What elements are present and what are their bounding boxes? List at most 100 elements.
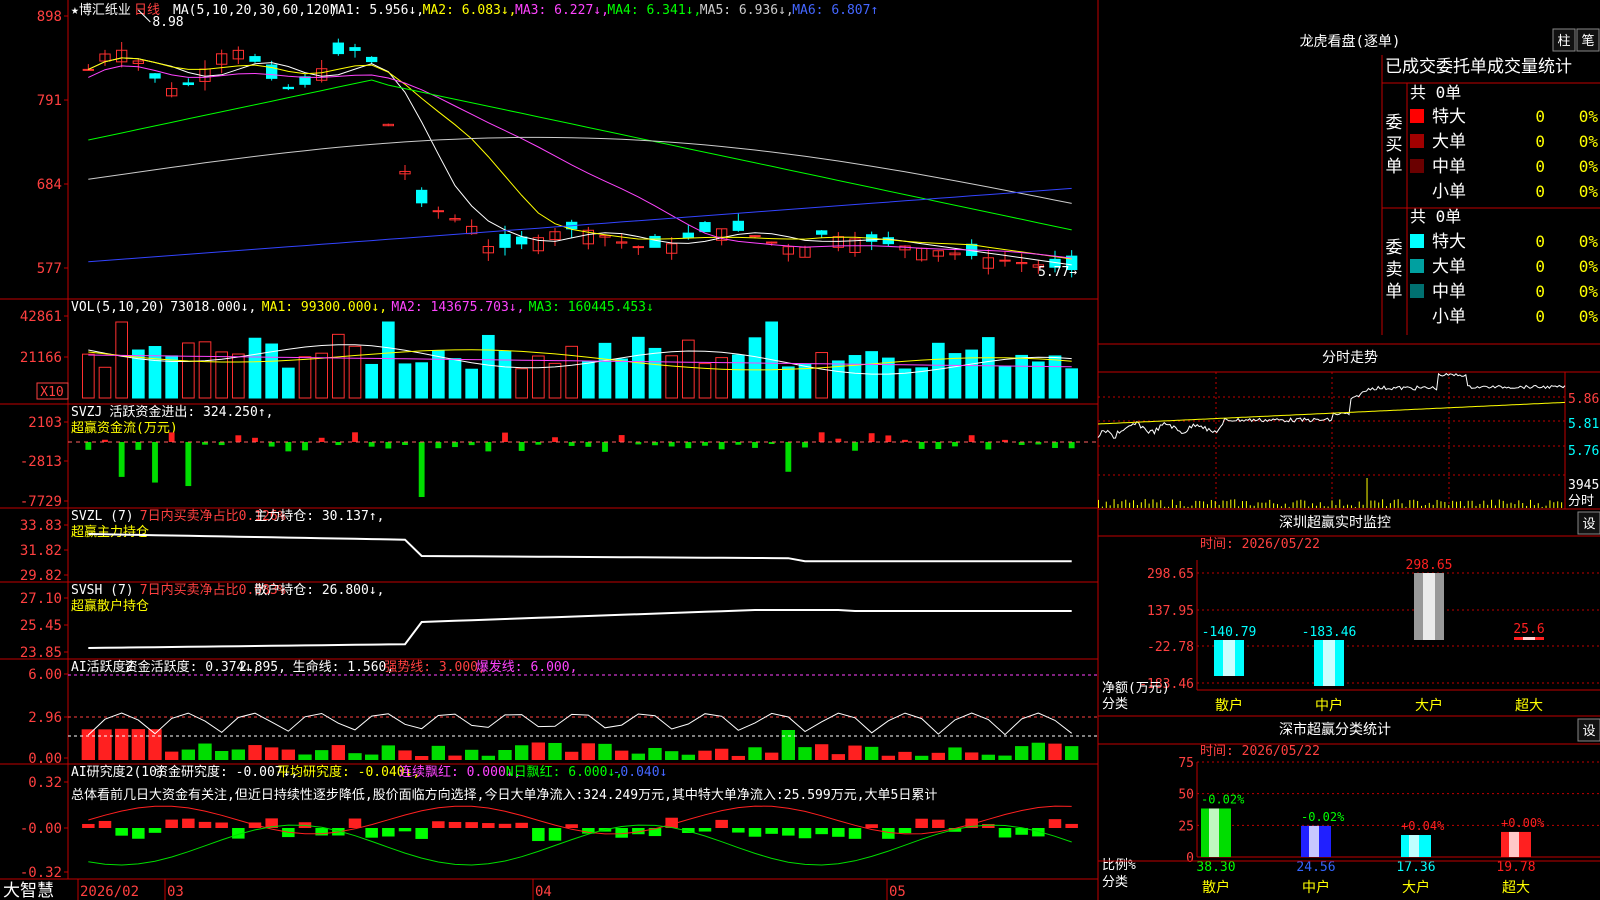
- ai-active-bar: [431, 745, 445, 760]
- intraday-vol-bar: [1253, 505, 1255, 508]
- intraday-vol-bar: [1265, 502, 1267, 508]
- svzj-bar: [302, 442, 308, 451]
- intraday-vol-bar: [1273, 503, 1275, 508]
- classify-change-label: -0.02%: [1301, 810, 1345, 824]
- buy-row-swatch: [1410, 184, 1424, 198]
- classify-value-label: 19.78: [1496, 860, 1535, 875]
- volume-bar: [382, 321, 395, 399]
- ai-research-y-tick: 0.32: [28, 775, 62, 791]
- intraday-vol-bar: [1284, 503, 1286, 508]
- volume-bar: [1032, 361, 1045, 399]
- candle-body: [182, 82, 195, 86]
- svzj-bar: [285, 442, 292, 452]
- svzl-subtitle: 超赢主力持仓: [71, 524, 149, 540]
- volume-bar: [865, 351, 878, 399]
- intraday-vol-bar: [1218, 504, 1220, 508]
- ai-active-legend-item: 强势线: 3.000,: [384, 659, 486, 675]
- volume-bar: [932, 342, 945, 399]
- svsh-subtitle: 超赢散户持仓: [71, 598, 149, 614]
- svsh-legend-item: SVSH (7): [71, 583, 134, 598]
- ai-active-bar: [331, 745, 345, 760]
- sell-row-swatch: [1410, 259, 1424, 273]
- intraday-vol-bar: [1315, 505, 1317, 508]
- classify-bar-shine: [1509, 831, 1519, 857]
- intraday-vol-bar: [1230, 499, 1232, 508]
- monitor-value-label: 25.6: [1513, 622, 1544, 637]
- ai-active-legend-item: 生命线: 1.560,: [293, 659, 395, 675]
- intraday-vol-bar: [1471, 500, 1473, 508]
- ai-active-bar: [981, 754, 995, 760]
- intraday-vol-bar: [1362, 504, 1364, 508]
- monitor-axis-title-2: 分类: [1102, 697, 1128, 712]
- vol-unit: X10: [40, 385, 63, 400]
- intraday-vol-bar: [1405, 506, 1407, 508]
- main-y-tick: 684: [37, 177, 62, 193]
- ai-active-bar: [898, 751, 912, 760]
- main-y-tick: 791: [37, 93, 62, 109]
- ai-research-bar: [432, 821, 445, 828]
- ai-research-bar: [732, 828, 745, 833]
- volume-bar: [582, 361, 595, 399]
- buy-group-label-char: 买: [1386, 135, 1403, 155]
- ai-active-bar: [81, 729, 95, 760]
- ai-research-y-tick: -0.32: [20, 865, 62, 881]
- intraday-vol-bar: [1148, 503, 1150, 508]
- ai-active-bar: [165, 751, 179, 760]
- ai-research-bar: [748, 828, 762, 837]
- intraday-vol-bar: [1514, 504, 1516, 508]
- ai-research-bar: [765, 828, 778, 834]
- monitor-y-label: 137.95: [1147, 604, 1194, 619]
- buy-row-name: 小单: [1432, 182, 1466, 202]
- ai-research-legend-item: 连续飘红: 0.000↓,: [399, 764, 521, 780]
- intraday-vol-bar: [1288, 506, 1290, 508]
- intraday-vol-bar: [1308, 506, 1310, 508]
- ai-active-bar: [1048, 743, 1062, 760]
- intraday-vol-bar: [1113, 499, 1115, 508]
- intraday-vol-bar: [1191, 505, 1193, 508]
- svzj-bar: [568, 442, 575, 446]
- ai-active-bar: [915, 755, 929, 760]
- volume-bar: [998, 365, 1012, 399]
- high-price-label: 8.98: [152, 15, 183, 30]
- buy-row-pct: 0%: [1579, 107, 1599, 126]
- ma-legend-item: MA(5,10,20,30,60,120): [173, 3, 337, 18]
- intraday-vol-bar: [1498, 499, 1500, 508]
- volume-bar: [782, 366, 795, 399]
- ai-active-bar: [781, 730, 795, 760]
- volume-bar: [965, 349, 978, 399]
- classify-bar-shine: [1309, 825, 1319, 857]
- ai-active-bar: [748, 747, 762, 760]
- svzj-bar: [185, 442, 192, 487]
- monitor-time: 时间: 2026/05/22: [1200, 537, 1320, 552]
- monitor-bar: [1314, 639, 1344, 686]
- ai-active-bar: [515, 745, 529, 760]
- intraday-vol-bar: [1452, 500, 1454, 508]
- ai-research-bar: [198, 821, 212, 828]
- volume-bar: [148, 346, 162, 399]
- ai-active-bar: [1015, 746, 1029, 760]
- classify-change-label: +0.04%: [1401, 819, 1445, 833]
- chart-canvas[interactable]: ★博汇纸业 日线 MA(5,10,20,30,60,120)MA1: 5.956↓,…: [0, 0, 1600, 900]
- sell-row-name: 小单: [1432, 307, 1466, 327]
- classify-category-label: 散户: [1202, 879, 1230, 896]
- ai-research-bar: [865, 824, 878, 828]
- intraday-vol-bar: [1222, 500, 1224, 508]
- candle-body: [632, 246, 645, 249]
- sell-row-count: 0: [1535, 232, 1545, 251]
- intraday-vol-bar: [1101, 506, 1103, 508]
- ai-research-bar: [532, 828, 545, 842]
- intraday-vol-bar: [1529, 499, 1531, 508]
- ai-research-bar: [315, 828, 328, 836]
- svzj-bar: [785, 442, 792, 472]
- ai-active-bar: [181, 749, 195, 760]
- buy-row-name: 大单: [1432, 132, 1466, 152]
- ai-active-bar: [731, 755, 745, 760]
- intraday-vol-bar: [1245, 501, 1247, 508]
- intraday-vol-bar: [1300, 499, 1302, 508]
- ai-research-legend-item: N日飘红: 6.000↓,: [506, 764, 623, 780]
- buy-row-count: 0: [1535, 157, 1545, 176]
- classify-y-label: 50: [1178, 788, 1194, 803]
- ai-active-bar: [798, 747, 812, 760]
- ai-active-bar: [698, 750, 712, 760]
- vol-legend-item: MA1: 99300.000↓,: [262, 300, 387, 315]
